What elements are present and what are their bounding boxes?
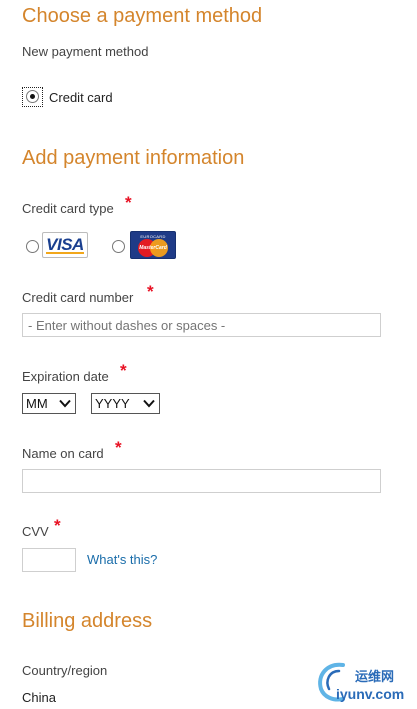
billing-address-heading: Billing address (22, 610, 153, 632)
visa-card-icon[interactable]: VISA (42, 232, 88, 258)
expiration-month-select[interactable]: MM (22, 393, 76, 414)
card-type-label: Credit card type (22, 201, 114, 216)
chevron-down-icon (59, 399, 71, 408)
expiration-date-label: Expiration date (22, 369, 109, 384)
required-asterisk: * (120, 361, 127, 380)
mastercard-icon[interactable]: EUROCARD MasterCard (130, 231, 176, 259)
required-asterisk: * (54, 516, 61, 535)
watermark-text-top: 运维网 (355, 669, 395, 684)
payment-info-heading: Add payment information (22, 147, 245, 169)
cvv-help-link[interactable]: What's this? (87, 552, 157, 567)
visa-radio[interactable] (26, 240, 39, 253)
expiration-year-select[interactable]: YYYY (91, 393, 160, 414)
country-value: China (22, 690, 56, 705)
cvv-label: CVV (22, 524, 49, 539)
card-number-input[interactable] (22, 313, 381, 337)
cvv-input[interactable] (22, 548, 76, 572)
credit-card-option-label[interactable]: Credit card (49, 90, 113, 105)
country-region-label: Country/region (22, 663, 108, 678)
chevron-down-icon (143, 399, 155, 408)
required-asterisk: * (115, 438, 122, 457)
name-on-card-input[interactable] (22, 469, 381, 493)
mastercard-text: MasterCard (139, 245, 167, 251)
credit-card-radio[interactable] (26, 90, 39, 103)
mastercard-radio[interactable] (112, 240, 125, 253)
required-asterisk: * (125, 193, 132, 212)
card-number-label: Credit card number (22, 290, 134, 305)
payment-method-heading: Choose a payment method (22, 5, 263, 27)
mastercard-eurocard-text: EUROCARD (140, 234, 166, 239)
month-value: MM (26, 396, 48, 411)
name-on-card-label: Name on card (22, 446, 104, 461)
new-payment-method-label: New payment method (22, 44, 149, 59)
year-value: YYYY (95, 396, 130, 411)
watermark-text-bottom: iyunv.com (336, 686, 405, 702)
required-asterisk: * (147, 282, 154, 301)
